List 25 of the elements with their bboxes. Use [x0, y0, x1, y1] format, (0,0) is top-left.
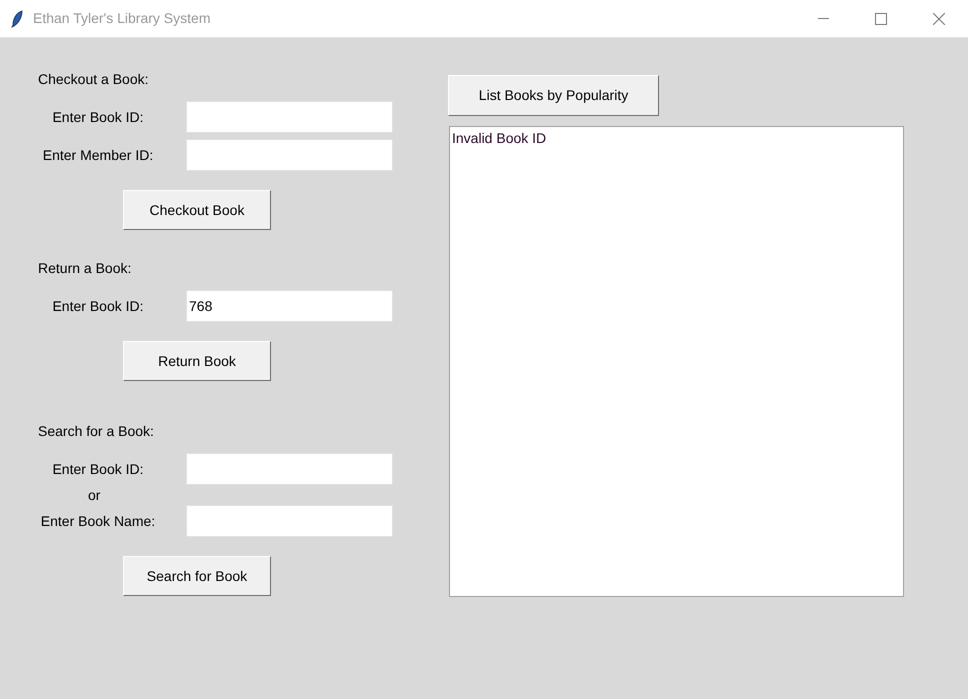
section-heading: Checkout a Book:	[38, 71, 149, 87]
input-field[interactable]	[186, 453, 393, 485]
action-button[interactable]: Search for Book	[123, 556, 271, 596]
maximize-icon[interactable]	[875, 12, 887, 24]
feather-icon	[11, 10, 23, 28]
field-label: Enter Book Name:	[40, 512, 156, 530]
action-button[interactable]: Checkout Book	[123, 190, 271, 230]
field-label: Enter Book ID:	[51, 460, 145, 478]
input-field[interactable]: 768	[186, 290, 393, 322]
section-heading: Search for a Book:	[38, 423, 154, 439]
input-field[interactable]	[186, 101, 393, 133]
window-title: Ethan Tyler's Library System	[33, 9, 210, 28]
action-button[interactable]: Return Book	[123, 341, 271, 381]
section-heading: Return a Book:	[38, 260, 132, 276]
or-label: or	[88, 487, 100, 503]
input-field[interactable]	[186, 139, 393, 171]
minimize-icon[interactable]	[818, 18, 828, 19]
field-label: Enter Book ID:	[51, 296, 145, 316]
input-field[interactable]	[186, 505, 393, 537]
output-line: Invalid Book ID	[452, 129, 546, 147]
field-label: Enter Book ID:	[51, 108, 145, 126]
field-label: Enter Member ID:	[42, 146, 154, 164]
output-listbox[interactable]: Invalid Book ID	[449, 126, 904, 597]
close-icon[interactable]	[933, 12, 945, 24]
list-books-button[interactable]: List Books by Popularity	[448, 75, 659, 116]
